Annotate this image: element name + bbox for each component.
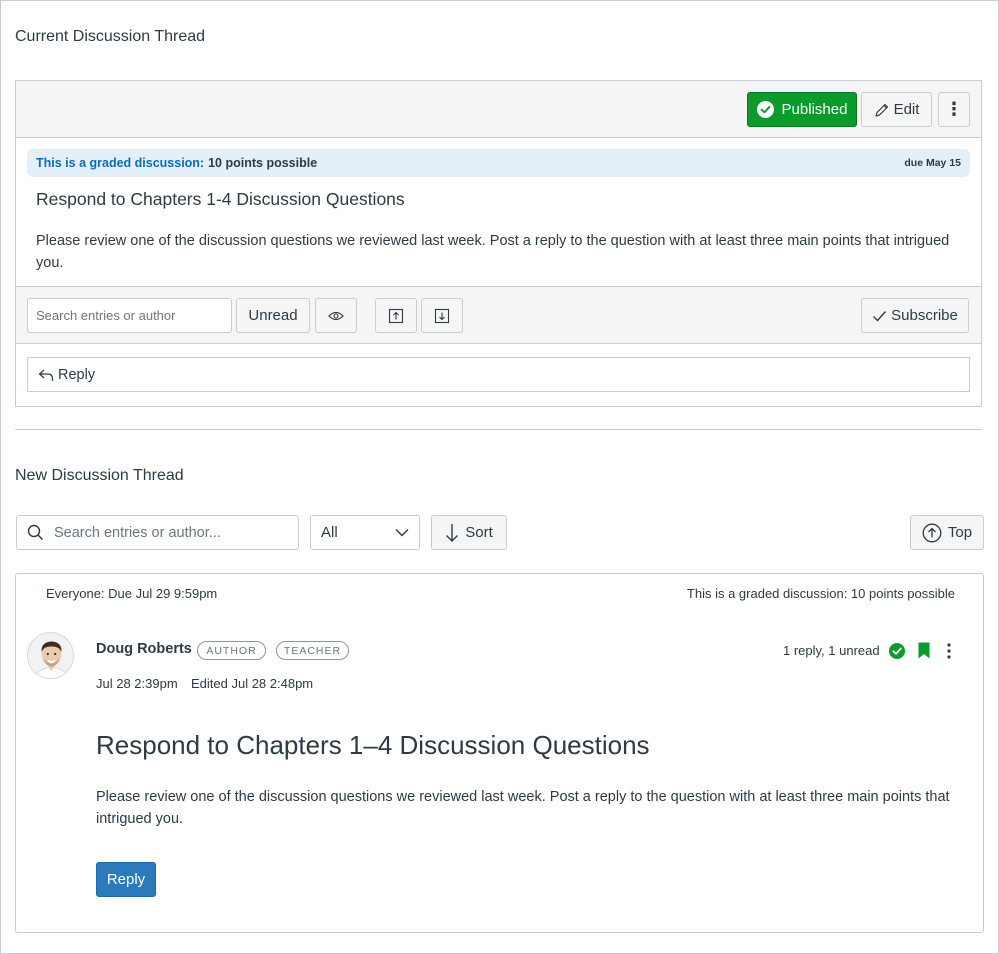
search-box[interactable]	[16, 515, 299, 550]
published-label: Published	[781, 101, 848, 118]
search-icon	[27, 524, 44, 541]
graded-discussion-bar: This is a graded discussion: 10 points p…	[27, 149, 970, 177]
unread-label: Unread	[248, 307, 298, 324]
section-title-current: Current Discussion Thread	[15, 28, 206, 45]
top-label: Top	[947, 524, 973, 541]
filter-select[interactable]: All	[310, 515, 420, 550]
edited-date: Edited Jul 28 2:48pm	[191, 676, 314, 691]
graded-label: This is a graded discussion:	[36, 156, 205, 170]
author-badge: AUTHOR	[197, 641, 266, 660]
author-name[interactable]: Doug Roberts	[96, 641, 192, 657]
entry-title: Respond to Chapters 1–4 Discussion Quest…	[96, 730, 650, 760]
points-possible: 10 points possible	[208, 156, 318, 170]
published-button[interactable]: Published	[747, 92, 857, 127]
arrow-up-circle-icon	[922, 523, 942, 542]
eye-icon	[328, 311, 344, 320]
collapse-threads-button[interactable]	[421, 298, 463, 333]
unread-button[interactable]: Unread	[236, 298, 310, 333]
search-entries-input[interactable]	[27, 298, 232, 333]
edit-label: Edit	[893, 101, 920, 118]
bookmark-icon[interactable]	[918, 642, 930, 659]
kebab-icon[interactable]	[943, 642, 955, 660]
checkmark-icon	[873, 310, 887, 322]
discussion-title: Respond to Chapters 1-4 Discussion Quest…	[36, 189, 405, 209]
current-thread-header: Published Edit ⋮	[16, 81, 981, 138]
sort-label: Sort	[465, 524, 493, 541]
section-title-new: New Discussion Thread	[15, 467, 184, 484]
reply-count[interactable]: 1 reply, 1 unread	[783, 643, 880, 658]
subscribe-label: Subscribe	[891, 307, 958, 324]
top-button[interactable]: Top	[910, 515, 984, 550]
discussion-entry: Everyone: Due Jul 29 9:59pm This is a gr…	[15, 573, 984, 933]
reply-button[interactable]: Reply	[96, 862, 156, 897]
mark-read-button[interactable]	[315, 298, 357, 333]
expand-icon	[388, 308, 404, 323]
reply-box[interactable]: Reply	[27, 357, 970, 392]
chevron-down-icon	[395, 529, 409, 537]
check-circle-icon[interactable]	[889, 643, 905, 659]
edit-button[interactable]: Edit	[861, 92, 932, 127]
arrow-down-icon	[446, 523, 459, 542]
search-entries-input-new[interactable]	[54, 524, 284, 541]
subscribe-button[interactable]: Subscribe	[861, 298, 969, 333]
pencil-icon	[874, 103, 888, 117]
entry-body: Please review one of the discussion ques…	[96, 789, 950, 827]
more-options-button[interactable]: ⋮	[938, 92, 970, 127]
discussion-body: Please review one of the discussion ques…	[36, 233, 950, 271]
filter-selected-value: All	[321, 524, 338, 541]
section-divider	[15, 429, 982, 430]
avatar[interactable]	[27, 632, 74, 679]
reply-label: Reply	[58, 366, 96, 383]
collapse-icon	[434, 308, 450, 323]
avatar-photo	[28, 633, 73, 678]
due-text: Everyone: Due Jul 29 9:59pm	[46, 586, 218, 601]
current-thread-panel: Published Edit ⋮ This is a graded discus…	[15, 80, 982, 407]
posted-date: Jul 28 2:39pm	[96, 676, 178, 691]
teacher-badge: TEACHER	[276, 641, 349, 660]
due-date: due May 15	[904, 157, 961, 169]
kebab-icon: ⋮	[945, 99, 963, 119]
expand-threads-button[interactable]	[375, 298, 417, 333]
reply-arrow-icon	[38, 369, 54, 381]
check-circle-icon	[756, 101, 774, 118]
reply-button-label: Reply	[106, 871, 146, 888]
graded-text: This is a graded discussion: 10 points p…	[686, 586, 955, 601]
sort-button[interactable]: Sort	[431, 515, 507, 550]
discussion-toolbar: Unread Subscribe	[16, 286, 981, 344]
